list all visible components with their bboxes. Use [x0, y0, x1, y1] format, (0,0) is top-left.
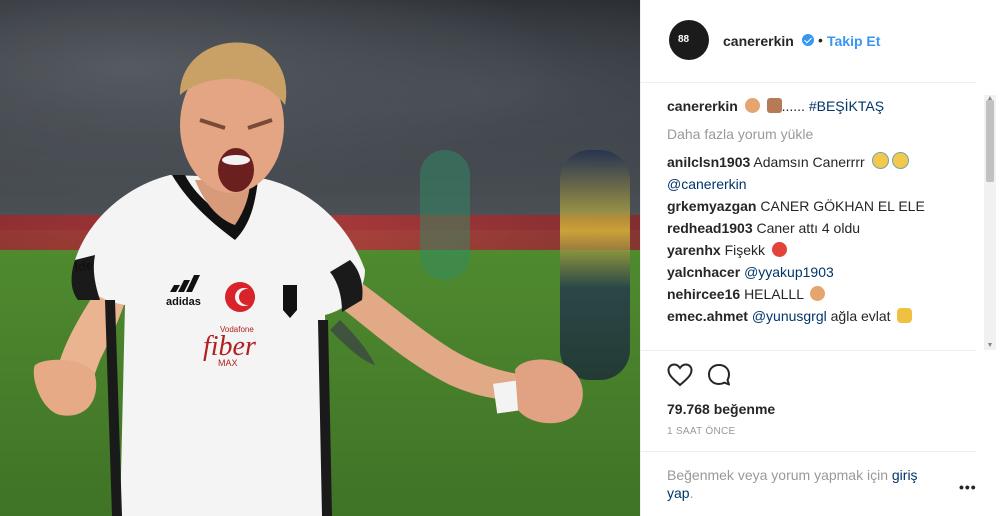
avatar[interactable]: 88: [669, 20, 709, 60]
list-item: redhead1903 Caner attı 4 oldu: [667, 217, 967, 239]
follow-button[interactable]: Takip Et: [827, 33, 880, 49]
comment-username[interactable]: nehircee16: [667, 286, 740, 302]
list-item: yarenhx Fişekk: [667, 239, 967, 261]
list-item: yalcnhacer @yyakup1903: [667, 261, 967, 283]
tears-of-joy-emoji-icon: [891, 152, 909, 169]
adidas-text: adidas: [166, 296, 201, 308]
comments-list: canererkin ...... #BEŞİKTAŞ Daha fazla y…: [667, 95, 967, 350]
comment-mention[interactable]: @yunusgrgl: [752, 308, 827, 324]
caption-hashtag[interactable]: #BEŞİKTAŞ: [809, 98, 884, 114]
svg-text:lde: lde: [73, 258, 94, 275]
header-separator: •: [818, 32, 823, 48]
login-suffix: .: [689, 485, 694, 501]
flexed-biceps-emoji-icon: [810, 286, 826, 301]
comment-username[interactable]: yalcnhacer: [667, 264, 740, 280]
comment-text: Adamsın Canerrrr: [753, 154, 865, 170]
smiling-devil-emoji-icon: [771, 242, 787, 257]
comment-text: HELALLL: [744, 286, 804, 302]
max-text: MAX: [218, 358, 238, 368]
comment-username[interactable]: anilclsn1903: [667, 154, 750, 170]
raised-fist-emoji-icon: [897, 308, 913, 323]
scrollbar-thumb[interactable]: [986, 100, 994, 182]
list-item: nehircee16 HELALLL: [667, 283, 967, 305]
caption-text: ......: [781, 98, 805, 114]
like-heart-icon[interactable]: [667, 363, 693, 387]
scroll-up-arrow-icon[interactable]: ▲: [985, 95, 995, 103]
instagram-post: adidas Vodafone fiber MAX lde 88 canerer…: [0, 0, 1000, 516]
comment-text: Fişekk: [724, 242, 766, 258]
celebrating-player: adidas Vodafone fiber MAX lde: [33, 42, 583, 516]
login-prefix: Beğenmek veya yorum yapmak için: [667, 467, 888, 483]
comment-username[interactable]: grkemyazgan: [667, 198, 756, 214]
more-options-icon[interactable]: •••: [959, 479, 977, 495]
list-item: emec.ahmet @yunusgrgl ağla evlat: [667, 305, 967, 327]
caption: canererkin ...... #BEŞİKTAŞ: [667, 95, 967, 117]
post-sidebar: 88 canererkin • Takip Et canererkin ....…: [640, 0, 1000, 516]
comment-username[interactable]: emec.ahmet: [667, 308, 748, 324]
comment-mention[interactable]: @yyakup1903: [744, 264, 834, 280]
scroll-down-arrow-icon[interactable]: ▼: [985, 342, 995, 350]
comment-text: ağla evlat: [830, 308, 891, 324]
login-text: Beğenmek veya yorum yapmak için giriş ya…: [667, 466, 937, 502]
comment-username[interactable]: redhead1903: [667, 220, 753, 236]
avatar-number: 88: [678, 34, 690, 45]
comment-text: CANER GÖKHAN EL ELE: [760, 198, 925, 214]
tears-of-joy-emoji-icon: [871, 152, 889, 169]
post-timestamp[interactable]: 1 SAAT ÖNCE: [667, 426, 736, 437]
comment-mention[interactable]: @canererkin: [667, 176, 747, 192]
header-username[interactable]: canererkin: [723, 33, 794, 49]
verified-badge-icon: [802, 34, 814, 46]
comment-username[interactable]: yarenhx: [667, 242, 721, 258]
comment-bubble-icon[interactable]: [707, 363, 733, 387]
list-item: anilclsn1903 Adamsın Canerrrr: [667, 151, 967, 173]
post-header: 88 canererkin • Takip Et: [641, 0, 976, 83]
load-more-comments[interactable]: Daha fazla yorum yükle: [667, 123, 967, 145]
actions-section: 79.768 beğenme 1 SAAT ÖNCE Beğenmek veya…: [641, 350, 976, 516]
rocket-emoji-icon: [766, 98, 782, 113]
flexed-biceps-emoji-icon: [744, 98, 760, 113]
list-item: grkemyazgan CANER GÖKHAN EL ELE: [667, 195, 967, 217]
caption-username[interactable]: canererkin: [667, 98, 738, 114]
login-prompt: Beğenmek veya yorum yapmak için giriş ya…: [641, 451, 976, 501]
list-item: @canererkin: [667, 173, 967, 195]
post-photo[interactable]: adidas Vodafone fiber MAX lde: [0, 0, 640, 516]
comment-text: Caner attı 4 oldu: [756, 220, 861, 236]
likes-count[interactable]: 79.768 beğenme: [667, 401, 775, 417]
